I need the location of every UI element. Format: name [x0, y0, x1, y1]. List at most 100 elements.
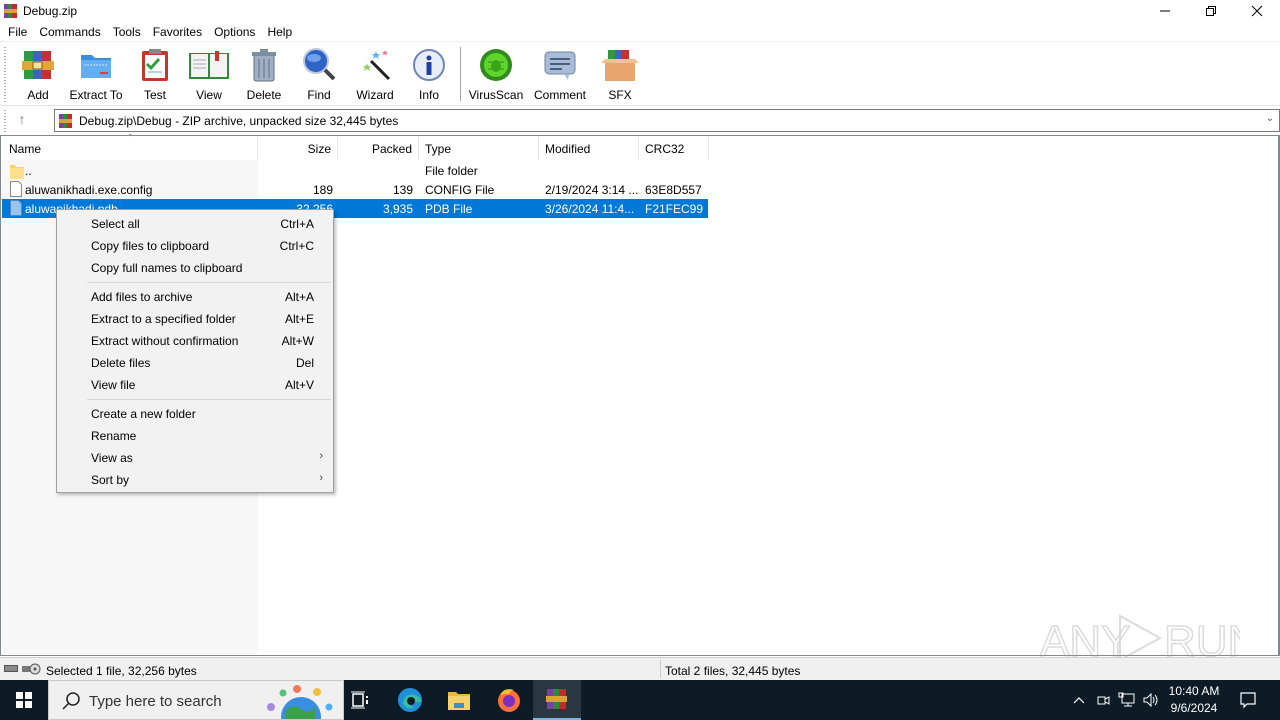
toolbar-grip[interactable]	[4, 47, 6, 103]
status-total: Total 2 files, 32,445 bytes	[665, 664, 801, 678]
menu-item-extract-to-folder[interactable]: Extract to a specified folder Alt+E	[59, 307, 331, 329]
menu-tools[interactable]: Tools	[107, 22, 147, 42]
menu-item-rename[interactable]: Rename	[59, 424, 331, 446]
menu-favorites[interactable]: Favorites	[147, 22, 208, 42]
title-bar: Debug.zip	[0, 0, 1280, 22]
menu-item-sort-by[interactable]: Sort by ›	[59, 468, 331, 490]
column-header-type[interactable]: Type	[419, 136, 539, 160]
test-label: Test	[143, 88, 166, 102]
delete-button[interactable]: Delete	[246, 47, 282, 103]
drive-icon[interactable]	[4, 663, 42, 675]
chevron-right-icon: ›	[319, 450, 323, 462]
extract-to-button[interactable]: Extract To	[69, 47, 123, 103]
menu-item-add-files[interactable]: Add files to archive Alt+A	[59, 285, 331, 307]
notification-icon	[1240, 692, 1256, 709]
column-header-crc32[interactable]: CRC32	[639, 136, 709, 160]
table-row[interactable]: .. File folder	[2, 161, 708, 180]
menu-item-create-folder[interactable]: Create a new folder	[59, 402, 331, 424]
add-label: Add	[27, 88, 49, 102]
tray-network[interactable]	[1115, 680, 1139, 720]
column-header-packed[interactable]: Packed	[338, 136, 419, 160]
wizard-button[interactable]: Wizard	[356, 47, 394, 103]
menu-commands[interactable]: Commands	[33, 22, 106, 42]
minimize-button[interactable]	[1142, 0, 1188, 22]
taskbar-file-explorer[interactable]	[435, 680, 483, 720]
close-icon	[1251, 5, 1263, 17]
menu-options[interactable]: Options	[208, 22, 261, 42]
cell-name: aluwanikhadi.exe.config	[25, 183, 153, 197]
shortcut: Alt+A	[284, 290, 314, 304]
toolbar-divider	[0, 105, 1280, 106]
clock[interactable]: 10:40 AM 9/6/2024	[1160, 683, 1228, 717]
firefox-icon	[498, 689, 520, 712]
minimize-icon	[1160, 10, 1170, 12]
cell-packed: 3,935	[382, 202, 413, 216]
comment-icon	[544, 51, 576, 80]
column-header-name[interactable]: Name ⌃	[2, 133, 258, 160]
column-header-size[interactable]: Size	[258, 136, 338, 160]
magic-wand-icon	[363, 50, 391, 81]
menu-item-view-as[interactable]: View as ›	[59, 446, 331, 468]
cell-type: CONFIG File	[425, 183, 495, 197]
view-label: View	[196, 88, 222, 102]
sfx-label: SFX	[608, 88, 632, 102]
restore-button[interactable]	[1188, 0, 1234, 22]
menu-item-copy-files[interactable]: Copy files to clipboard Ctrl+C	[59, 234, 331, 256]
status-bar: Selected 1 file, 32,256 bytes Total 2 fi…	[0, 657, 1280, 680]
edge-icon	[398, 688, 422, 712]
cell-type: File folder	[425, 164, 478, 178]
column-header-modified[interactable]: Modified	[539, 136, 639, 160]
virusscan-label: VirusScan	[468, 88, 524, 102]
show-hidden-icons-button[interactable]	[1068, 680, 1090, 720]
address-path: Debug.zip\Debug - ZIP archive, unpacked …	[79, 114, 399, 128]
shortcut: Alt+W	[281, 334, 314, 348]
virusscan-button[interactable]: VirusScan	[468, 47, 524, 103]
menu-item-copy-full-names[interactable]: Copy full names to clipboard	[59, 256, 331, 278]
action-center-button[interactable]	[1232, 680, 1264, 720]
test-button[interactable]: Test	[137, 47, 173, 103]
network-icon	[1118, 692, 1135, 707]
find-button[interactable]: Find	[301, 47, 337, 103]
task-view-button[interactable]	[336, 680, 384, 720]
extract-folder-icon	[81, 55, 111, 78]
find-label: Find	[307, 88, 331, 102]
magnifier-icon	[303, 48, 336, 81]
comment-button[interactable]: Comment	[533, 47, 587, 103]
menu-item-extract-without-confirmation[interactable]: Extract without confirmation Alt+W	[59, 329, 331, 351]
sfx-button[interactable]: SFX	[600, 47, 640, 103]
view-button[interactable]: View	[188, 47, 230, 103]
address-grip[interactable]	[4, 110, 6, 134]
cell-modified: 3/26/2024 11:4...	[545, 202, 635, 216]
address-bar[interactable]: Debug.zip\Debug - ZIP archive, unpacked …	[54, 109, 1280, 132]
start-button[interactable]	[0, 680, 48, 720]
menu-bar: File Commands Tools Favorites Options He…	[0, 22, 1280, 42]
close-button[interactable]	[1234, 0, 1280, 22]
status-selection: Selected 1 file, 32,256 bytes	[46, 664, 197, 678]
winrar-app-icon	[4, 4, 17, 18]
add-button[interactable]: Add	[20, 47, 56, 103]
shortcut: Del	[295, 356, 314, 370]
menu-item-select-all[interactable]: Select all Ctrl+A	[59, 212, 331, 234]
info-button[interactable]: Info	[412, 47, 446, 103]
sort-ascending-icon: ⌃	[126, 133, 135, 144]
taskbar-firefox[interactable]	[485, 680, 533, 720]
menu-item-delete-files[interactable]: Delete files Del	[59, 351, 331, 373]
shortcut: Ctrl+A	[280, 217, 314, 231]
cell-crc32: F21FEC99	[645, 202, 704, 216]
clock-date: 9/6/2024	[1170, 701, 1218, 715]
table-row[interactable]: aluwanikhadi.exe.config 189 139 CONFIG F…	[2, 180, 708, 199]
tray-camera[interactable]	[1092, 680, 1114, 720]
menu-help[interactable]: Help	[261, 22, 298, 42]
camera-icon	[1097, 696, 1110, 705]
taskbar-search-box[interactable]: Type here to search	[48, 680, 344, 720]
menu-file[interactable]: File	[2, 22, 33, 42]
menu-item-view-file[interactable]: View file Alt+V	[59, 373, 331, 395]
up-folder-button[interactable]: ↑	[12, 111, 32, 129]
arrow-up-icon: ↑	[18, 111, 26, 127]
trash-icon	[252, 49, 276, 82]
chevron-right-icon: ›	[319, 472, 323, 484]
chevron-down-icon[interactable]: ⌄	[1263, 113, 1277, 127]
tray-volume[interactable]	[1140, 680, 1162, 720]
taskbar-winrar[interactable]	[533, 680, 581, 720]
taskbar-edge[interactable]	[386, 680, 434, 720]
